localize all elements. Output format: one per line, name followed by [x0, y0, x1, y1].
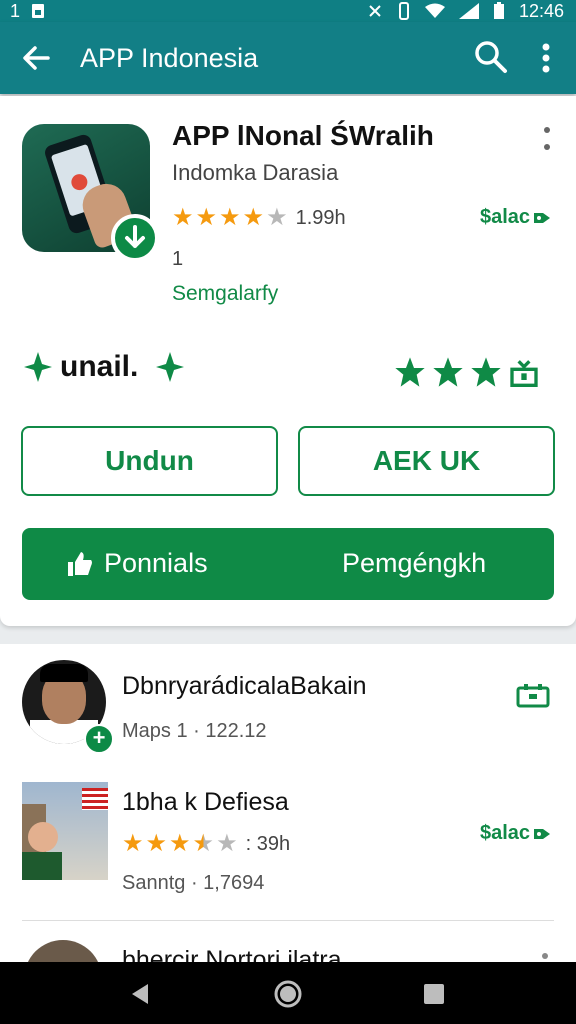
- star-icon: ★: [172, 204, 194, 231]
- list-item-title[interactable]: 1bha k Defiesa: [122, 788, 289, 817]
- app-name: APP lNonal ŚWralih: [172, 120, 434, 151]
- battery-icon: [493, 2, 504, 19]
- wifi-icon: [424, 3, 445, 18]
- app-detail-card: APP lNonal ŚWralih Indomka Darasia ★ ★ ★…: [0, 96, 576, 626]
- sparkle-icon: [156, 352, 185, 382]
- mute-icon: [369, 5, 381, 17]
- status-bar: 1 12:46: [0, 0, 576, 22]
- nav-home-icon[interactable]: [274, 980, 302, 1008]
- nav-recents-icon[interactable]: [424, 984, 444, 1004]
- thumbs-up-icon: [68, 551, 92, 576]
- thumbnail-image[interactable]: [22, 782, 108, 880]
- list-item-rating: ★ ★ ★ ★ ★ : 39h: [122, 832, 290, 856]
- app-bar-title: APP Indonesia: [80, 43, 259, 73]
- nav-back-icon[interactable]: [128, 982, 152, 1006]
- star-icon: ★: [242, 204, 265, 231]
- rating-count: 1.99h: [295, 206, 346, 229]
- sparkle-icon: [24, 352, 52, 382]
- status-left-text: 1: [10, 0, 21, 21]
- search-icon[interactable]: [472, 38, 510, 76]
- price-tag-icon: [534, 212, 551, 223]
- download-badge-icon[interactable]: [111, 214, 159, 262]
- install-icon[interactable]: [516, 682, 550, 708]
- green-star-icon: [471, 357, 501, 387]
- price-text: $alac: [480, 822, 531, 844]
- app-category[interactable]: Semgalarfy: [172, 282, 278, 306]
- star-icon: ★: [195, 204, 218, 231]
- price-tag-icon: [534, 828, 551, 839]
- list-item-subtitle: Sanntg · 1,7694: [122, 872, 265, 894]
- overflow-menu-icon[interactable]: [530, 40, 562, 76]
- app-number: 1: [172, 248, 184, 270]
- star-icon: ★: [122, 830, 144, 857]
- ponnials-label: Ponnials: [104, 548, 208, 578]
- vibrate-icon: [398, 2, 409, 20]
- unail-text: unail.: [60, 350, 139, 383]
- back-arrow-icon[interactable]: [18, 40, 54, 76]
- list-item-subtitle: Maps 1 · 122.12: [122, 720, 267, 742]
- half-star-icon: ★: [192, 830, 215, 857]
- add-icon[interactable]: +: [84, 724, 114, 754]
- card-more-icon[interactable]: [540, 126, 554, 152]
- related-list-card: + DbnryarádicalaBakain Maps 1 · 122.12 1…: [0, 644, 576, 1018]
- divider: [22, 920, 554, 921]
- star-icon: ★: [216, 830, 238, 857]
- aek-uk-button[interactable]: AEK UK: [298, 426, 555, 496]
- star-icon: ★: [219, 204, 241, 231]
- app-rating: ★ ★ ★ ★ ★ 1.99h: [172, 206, 346, 230]
- star-icon: ★: [145, 830, 168, 857]
- developer-name[interactable]: Indomka Darasia: [172, 160, 338, 186]
- undun-button[interactable]: Undun: [21, 426, 278, 496]
- price-text: $alac: [480, 206, 531, 228]
- status-time: 12:46: [518, 0, 564, 21]
- list-item-title[interactable]: DbnryarádicalaBakain: [122, 672, 367, 701]
- price-label: $alac: [480, 822, 551, 845]
- install-action-button[interactable]: Ponnials Pemgéngkh: [22, 528, 554, 600]
- green-star-icon: [395, 357, 425, 387]
- sim-card-icon: [32, 4, 45, 18]
- rating-count: : 39h: [245, 832, 291, 855]
- app-bar: APP Indonesia: [0, 22, 576, 94]
- signal-icon: [458, 3, 479, 19]
- star-icon: ★: [169, 830, 191, 857]
- price-label: $alac: [480, 206, 551, 229]
- pengengkh-label: Pemgéngkh: [342, 548, 487, 578]
- gift-icon[interactable]: [508, 356, 540, 388]
- star-icon: ★: [266, 204, 288, 231]
- green-star-rating: [394, 356, 540, 388]
- unail-row: unail.: [24, 350, 185, 384]
- green-star-icon: [433, 357, 463, 387]
- navigation-bar: [0, 962, 576, 1024]
